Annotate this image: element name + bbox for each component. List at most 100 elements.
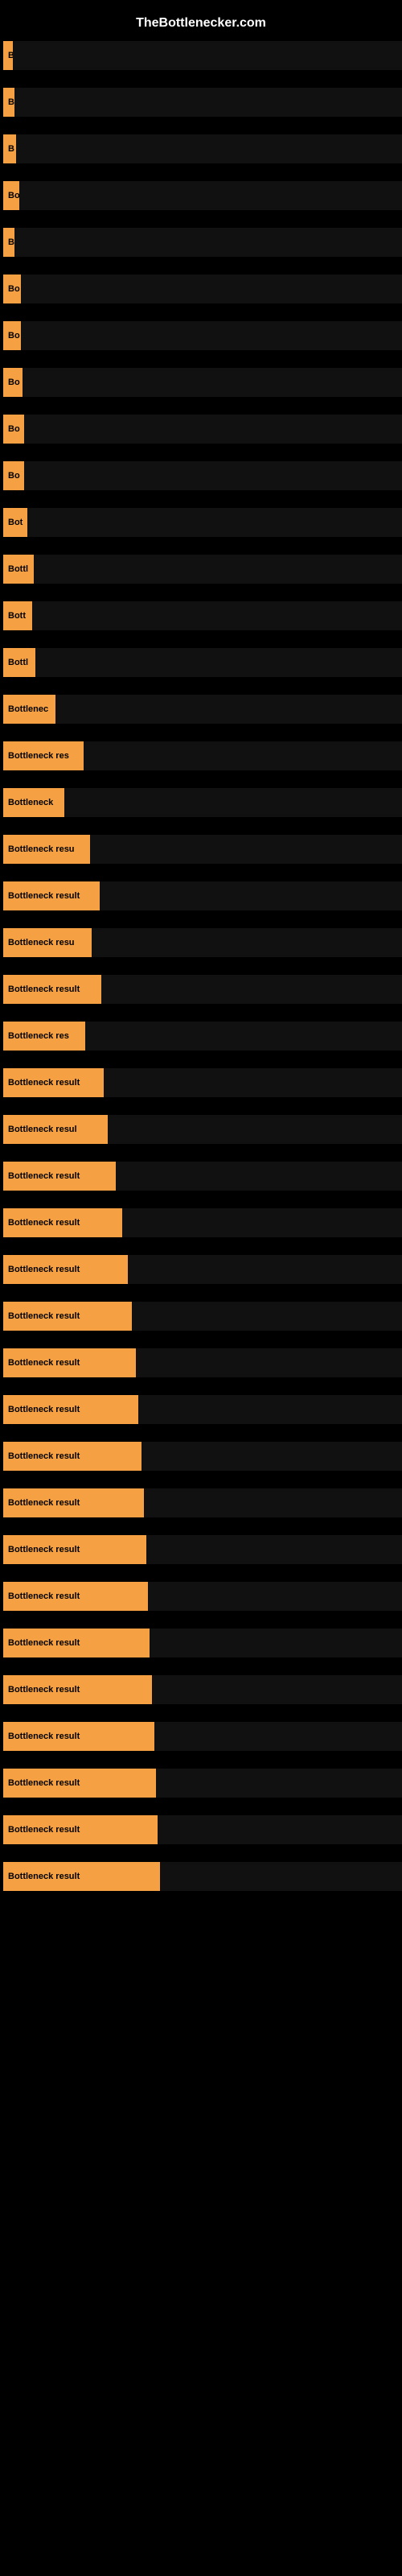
dark-fill bbox=[100, 881, 402, 910]
bottleneck-label: Bo bbox=[3, 461, 24, 490]
bottleneck-label: Bo bbox=[3, 321, 21, 350]
bottleneck-label: Bottl bbox=[3, 648, 35, 677]
dark-fill bbox=[34, 555, 402, 584]
dark-fill bbox=[92, 928, 402, 957]
table-row: Bottleneck result bbox=[0, 875, 402, 917]
bottleneck-label: Bottleneck result bbox=[3, 881, 100, 910]
rows-container: BBBBoBBoBoBoBoBoBotBottlBottBottlBottlen… bbox=[0, 35, 402, 1897]
bottleneck-label: Bottleneck result bbox=[3, 1722, 154, 1751]
table-row: Bottleneck result bbox=[0, 1762, 402, 1804]
table-row: Bottleneck result bbox=[0, 1622, 402, 1664]
table-row: Bottleneck result bbox=[0, 1715, 402, 1757]
dark-fill bbox=[160, 1862, 402, 1891]
bottleneck-label: Bottl bbox=[3, 555, 34, 584]
dark-fill bbox=[19, 181, 402, 210]
bottleneck-label: Bottleneck result bbox=[3, 1629, 150, 1657]
dark-fill bbox=[148, 1582, 402, 1611]
bottleneck-label: Bottleneck result bbox=[3, 1442, 142, 1471]
dark-fill bbox=[136, 1348, 402, 1377]
site-title: TheBottlenecker.com bbox=[0, 8, 402, 35]
bottleneck-label: Bottleneck resu bbox=[3, 835, 90, 864]
dark-fill bbox=[85, 1022, 402, 1051]
dark-fill bbox=[152, 1675, 402, 1704]
dark-fill bbox=[138, 1395, 402, 1424]
dark-fill bbox=[21, 275, 402, 303]
table-row: Bottleneck result bbox=[0, 1529, 402, 1571]
main-container: TheBottlenecker.com BBBBoBBoBoBoBoBoBotB… bbox=[0, 0, 402, 1910]
bottleneck-label: Bottleneck res bbox=[3, 1022, 85, 1051]
bottleneck-label: Bottleneck result bbox=[3, 975, 101, 1004]
table-row: Bottleneck result bbox=[0, 1809, 402, 1851]
dark-fill bbox=[154, 1722, 402, 1751]
dark-fill bbox=[14, 88, 402, 117]
bottleneck-label: B bbox=[3, 88, 14, 117]
bottleneck-label: Bottleneck res bbox=[3, 741, 84, 770]
bottleneck-label: Bottleneck result bbox=[3, 1208, 122, 1237]
table-row: Bottleneck result bbox=[0, 1202, 402, 1244]
bottleneck-label: Bottleneck result bbox=[3, 1582, 148, 1611]
bottleneck-label: Bottleneck resul bbox=[3, 1115, 108, 1144]
bottleneck-label: Bottleneck result bbox=[3, 1162, 116, 1191]
dark-fill bbox=[142, 1442, 402, 1471]
table-row: Bottleneck resu bbox=[0, 828, 402, 870]
bottleneck-label: Bottleneck resu bbox=[3, 928, 92, 957]
dark-fill bbox=[32, 601, 402, 630]
table-row: Bottleneck result bbox=[0, 1482, 402, 1524]
dark-fill bbox=[104, 1068, 402, 1097]
table-row: Bottleneck result bbox=[0, 1295, 402, 1337]
bottleneck-label: Bottleneck result bbox=[3, 1769, 156, 1798]
table-row: B bbox=[0, 128, 402, 170]
table-row: Bottleneck resul bbox=[0, 1108, 402, 1150]
table-row: Bottleneck result bbox=[0, 1062, 402, 1104]
table-row: Bottleneck result bbox=[0, 1435, 402, 1477]
bottleneck-label: Bott bbox=[3, 601, 32, 630]
bottleneck-label: Bottleneck result bbox=[3, 1675, 152, 1704]
table-row: Bottlenec bbox=[0, 688, 402, 730]
dark-fill bbox=[64, 788, 402, 817]
bottleneck-label: Bottleneck result bbox=[3, 1255, 128, 1284]
dark-fill bbox=[90, 835, 402, 864]
table-row: Bottleneck result bbox=[0, 1389, 402, 1430]
table-row: Bottleneck bbox=[0, 782, 402, 824]
bottleneck-label: Bottleneck result bbox=[3, 1862, 160, 1891]
table-row: Bo bbox=[0, 408, 402, 450]
dark-fill bbox=[144, 1488, 402, 1517]
table-row: Bottl bbox=[0, 642, 402, 683]
bottleneck-label: Bottleneck result bbox=[3, 1395, 138, 1424]
table-row: Bottleneck result bbox=[0, 1155, 402, 1197]
dark-fill bbox=[24, 415, 402, 444]
bottleneck-label: Bo bbox=[3, 275, 21, 303]
table-row: Bottleneck result bbox=[0, 968, 402, 1010]
table-row: B bbox=[0, 35, 402, 76]
table-row: Bot bbox=[0, 502, 402, 543]
dark-fill bbox=[132, 1302, 402, 1331]
bottleneck-label: Bo bbox=[3, 181, 19, 210]
bottleneck-label: B bbox=[3, 134, 16, 163]
table-row: Bo bbox=[0, 175, 402, 217]
table-row: Bo bbox=[0, 268, 402, 310]
dark-fill bbox=[146, 1535, 402, 1564]
bottleneck-label: Bo bbox=[3, 415, 24, 444]
table-row: Bott bbox=[0, 595, 402, 637]
dark-fill bbox=[16, 134, 402, 163]
table-row: Bottleneck res bbox=[0, 735, 402, 777]
dark-fill bbox=[27, 508, 402, 537]
dark-fill bbox=[14, 228, 402, 257]
bottleneck-label: Bo bbox=[3, 368, 23, 397]
dark-fill bbox=[55, 695, 402, 724]
bottleneck-label: Bottleneck result bbox=[3, 1488, 144, 1517]
bottleneck-label: Bottlenec bbox=[3, 695, 55, 724]
dark-fill bbox=[21, 321, 402, 350]
dark-fill bbox=[128, 1255, 402, 1284]
bottleneck-label: Bot bbox=[3, 508, 27, 537]
table-row: Bottleneck result bbox=[0, 1575, 402, 1617]
bottleneck-label: Bottleneck bbox=[3, 788, 64, 817]
table-row: Bottleneck resu bbox=[0, 922, 402, 964]
table-row: B bbox=[0, 221, 402, 263]
bottleneck-label: Bottleneck result bbox=[3, 1068, 104, 1097]
dark-fill bbox=[108, 1115, 402, 1144]
table-row: Bottleneck result bbox=[0, 1249, 402, 1290]
table-row: B bbox=[0, 81, 402, 123]
dark-fill bbox=[158, 1815, 402, 1844]
dark-fill bbox=[13, 41, 402, 70]
